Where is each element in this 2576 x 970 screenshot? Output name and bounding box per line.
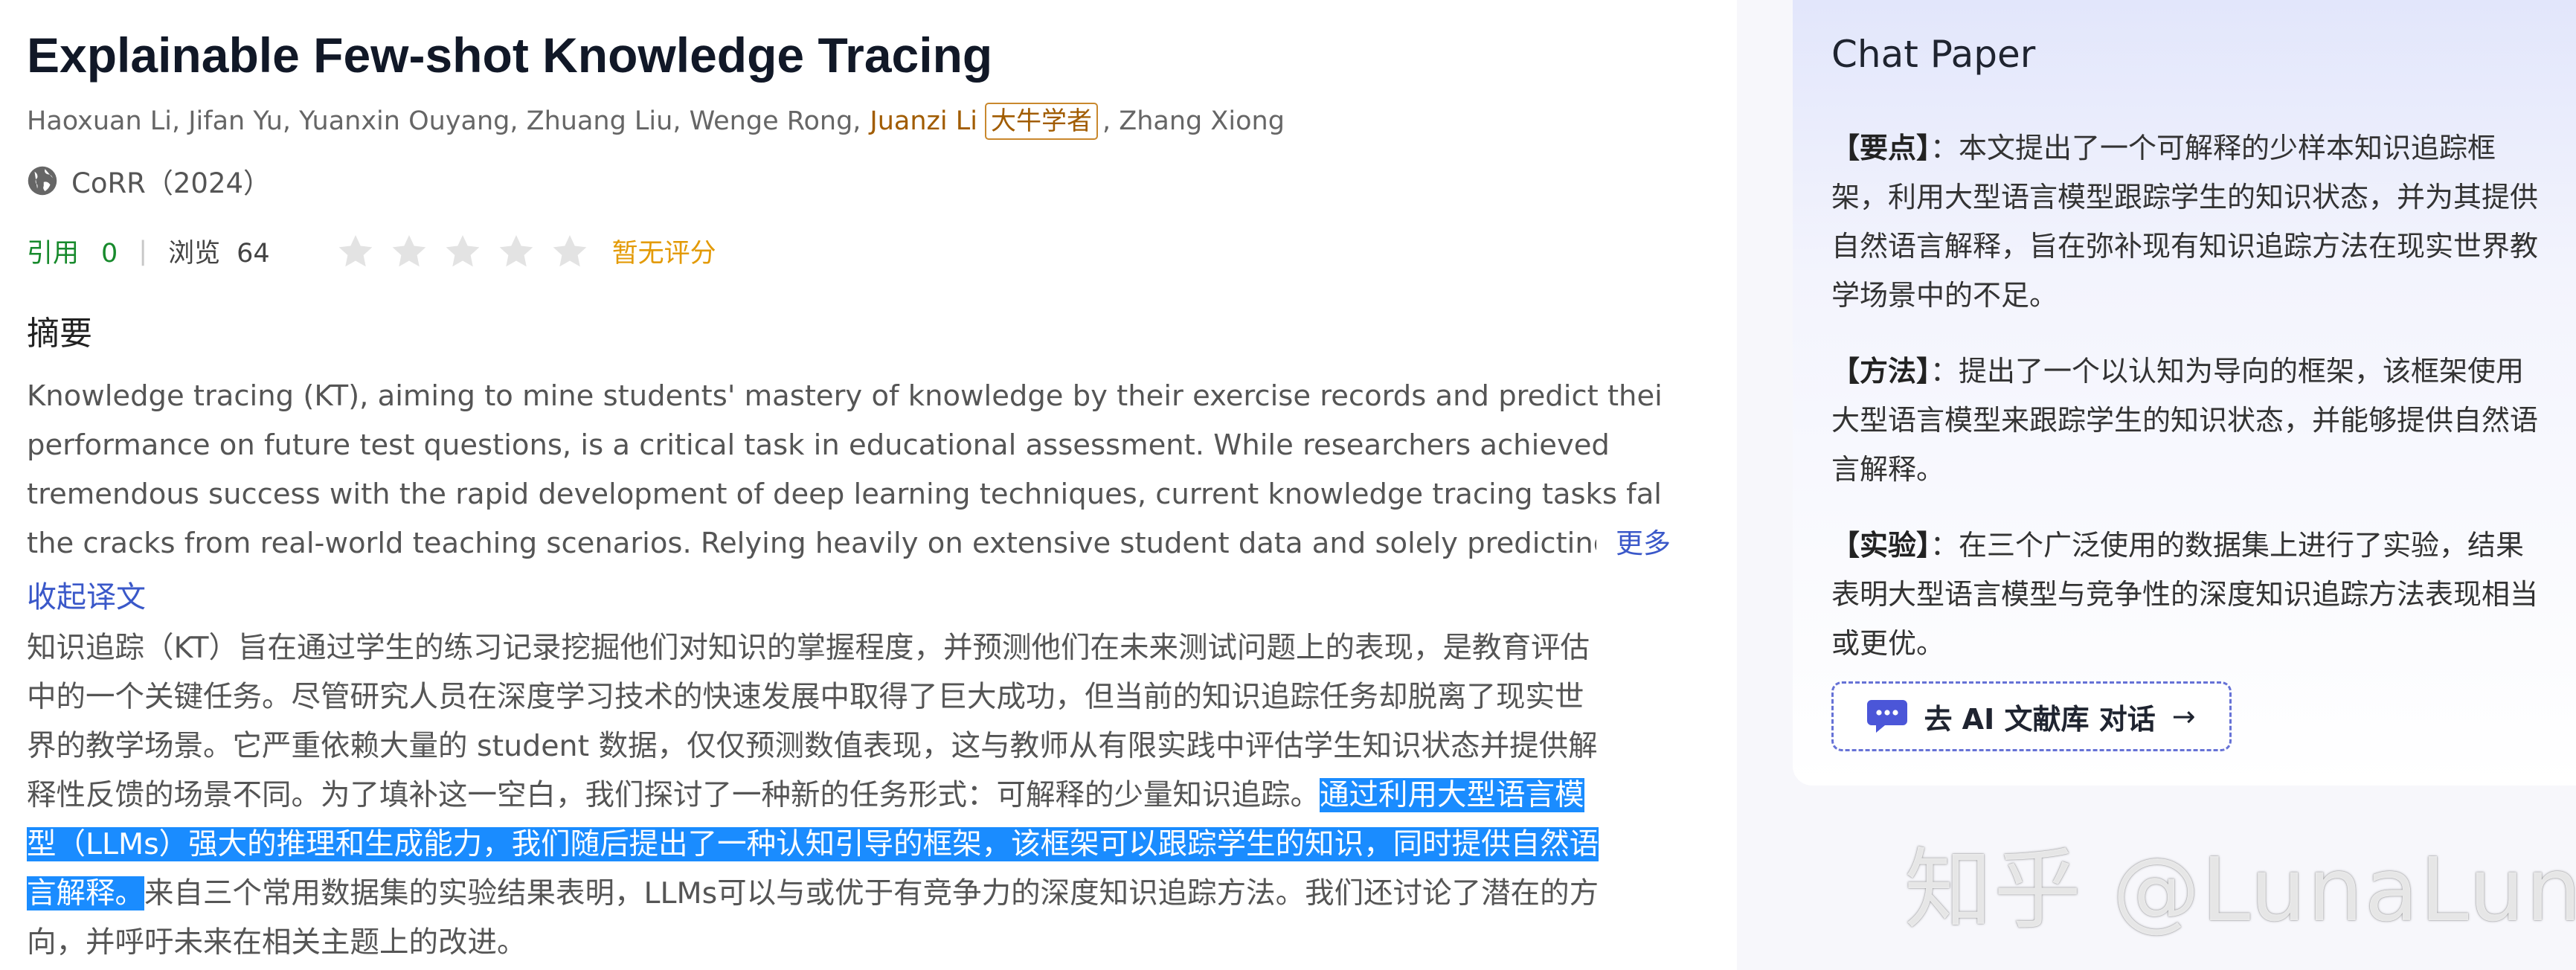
paper-title: Explainable Few-shot Knowledge Tracing: [27, 28, 993, 83]
stats-divider: |: [138, 236, 148, 266]
top-scholar-badge: 大牛学者: [985, 103, 1099, 140]
star-icon[interactable]: [391, 233, 428, 270]
abstract-zh-line: 型（LLMs）强大的推理和生成能力，我们随后提出了一种认知引导的框架，该框架可以…: [27, 820, 1730, 869]
abstract-zh-line: 言解释。来自三个常用数据集的实验结果表明，LLMs可以与或优于有竞争力的深度知识…: [27, 876, 1599, 910]
abstract-en-line: the cracks from real-world teaching scen…: [27, 527, 1596, 560]
collapse-translation-link[interactable]: 收起译文: [27, 573, 146, 616]
abstract-zh-line: 知识追踪（KT）旨在通过学生的练习记录挖掘他们对知识的掌握程度，并预测他们在未来…: [27, 631, 1590, 665]
rating-stars[interactable]: [337, 233, 588, 270]
go-ai-library-chat-button[interactable]: 去 AI 文献库 对话 →: [1831, 681, 2232, 751]
chat-section-experiment: 【实验】：在三个广泛使用的数据集上进行了实验，结果 表明大型语言模型与竞争性的深…: [1831, 529, 2539, 660]
star-icon[interactable]: [498, 233, 535, 270]
abstract-en-line: tremendous success with the rapid develo…: [27, 478, 1663, 511]
abstract-zh-line: 界的教学场景。它严重依赖大量的 student 数据，仅仅预测数值表现，这与教师…: [27, 729, 1598, 763]
abstract-en-line: Knowledge tracing (KT), aiming to mine s…: [27, 379, 1663, 413]
chat-section-method: 【方法】：提出了一个以认知为导向的框架，该框架使用 大型语言模型来跟踪学生的知识…: [1831, 355, 2539, 486]
stats-bar: 引用 0 | 浏览 64 暂无评分: [27, 232, 716, 270]
arrow-right-icon: →: [2171, 700, 2196, 733]
authors-text[interactable]: Haoxuan Li, Jifan Yu, Yuanxin Ouyang, Zh…: [27, 106, 861, 136]
highlight-author[interactable]: Juanzi Li: [870, 106, 977, 136]
abstract-zh-line: 向，并呼吁未来在相关主题上的改进。: [27, 925, 527, 960]
selected-text[interactable]: 通过利用大型语言模: [1320, 778, 1584, 812]
chat-section-keypoints: 【要点】：本文提出了一个可解释的少样本知识追踪框 架，利用大型语言模型跟踪学生的…: [1831, 132, 2539, 312]
abstract-zh-line: 释性反馈的场景不同。为了填补这一空白，我们探讨了一种新的任务形式：可解释的少量知…: [27, 778, 1584, 812]
view-count: 浏览 64: [168, 239, 270, 269]
star-icon[interactable]: [444, 233, 481, 270]
chat-bubble-icon: [1867, 700, 1908, 733]
button-label: 去 AI 文献库 对话: [1924, 702, 2156, 736]
globe-icon: [28, 166, 57, 196]
abstract-en-line: performance on future test questions, is…: [27, 428, 1610, 462]
rating-text: 暂无评分: [611, 239, 716, 269]
chat-paper-title: Chat Paper: [1831, 33, 2036, 76]
venue-line: CoRR（2024）: [27, 161, 271, 201]
authors-text-tail[interactable]: , Zhang Xiong: [1102, 106, 1285, 136]
paper-detail-panel: Explainable Few-shot Knowledge Tracing H…: [0, 0, 1737, 970]
abstract-english: Knowledge tracing (KT), aiming to mine s…: [27, 372, 1663, 568]
abstract-chinese-translation: 知识追踪（KT）旨在通过学生的练习记录挖掘他们对知识的掌握程度，并预测他们在未来…: [27, 623, 1730, 967]
selected-text[interactable]: 言解释。: [27, 876, 144, 910]
selected-text[interactable]: 型（LLMs）强大的推理和生成能力，我们随后提出了一种认知引导的框架，该框架可以…: [27, 827, 1599, 861]
venue-text[interactable]: CoRR（2024）: [71, 161, 271, 201]
more-link[interactable]: 更多: [1616, 521, 1671, 561]
zhihu-watermark: 知乎 @LunaLuna: [1904, 838, 2576, 941]
abstract-zh-line: 中的一个关键任务。尽管研究人员在深度学习技术的快速发展中取得了巨大成功，但当前的…: [27, 680, 1584, 714]
citation-count[interactable]: 引用 0: [27, 232, 118, 270]
author-list: Haoxuan Li, Jifan Yu, Yuanxin Ouyang, Zh…: [27, 103, 1285, 140]
abstract-heading: 摘要: [27, 315, 92, 353]
star-icon[interactable]: [337, 233, 374, 270]
star-icon[interactable]: [551, 233, 588, 270]
